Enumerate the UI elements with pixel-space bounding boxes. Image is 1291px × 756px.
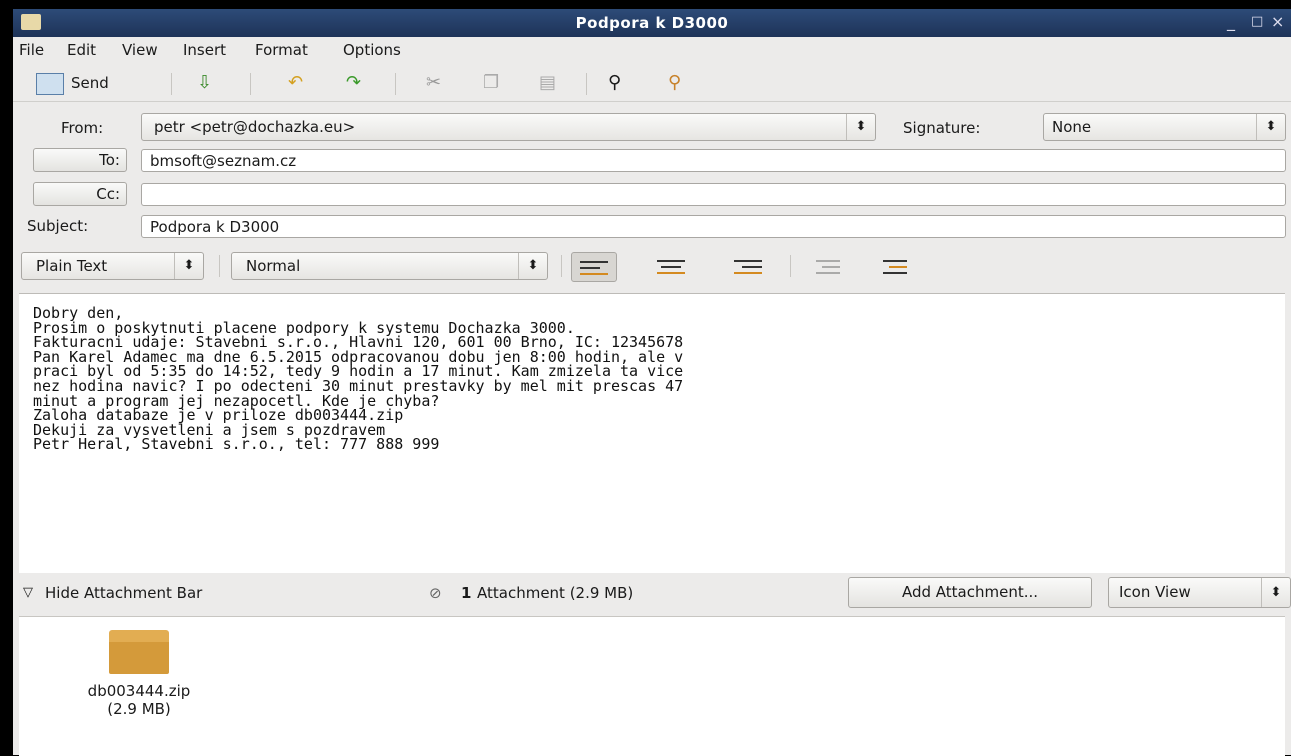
collapse-triangle-icon[interactable]: ▽: [23, 585, 33, 600]
menu-file[interactable]: File: [19, 41, 44, 59]
align-left-icon[interactable]: [571, 252, 617, 282]
signature-select[interactable]: None ⬍: [1043, 113, 1286, 141]
align-center-icon[interactable]: [649, 252, 695, 282]
undo-icon[interactable]: ↶: [288, 71, 303, 95]
redo-icon[interactable]: ↷: [346, 71, 361, 95]
cc-field[interactable]: [141, 183, 1286, 206]
from-select[interactable]: petr <petr@dochazka.eu> ⬍: [141, 113, 876, 141]
chevron-updown-icon: ⬍: [1256, 114, 1285, 140]
maximize-button[interactable]: □: [1251, 14, 1263, 29]
attachment-view-value: Icon View: [1119, 583, 1191, 601]
chevron-updown-icon: ⬍: [1261, 578, 1290, 607]
main-toolbar: Send ⇩ ↶ ↷ ✂ ❐ ▤ ⚲ ⚲: [13, 65, 1291, 102]
menu-format[interactable]: Format: [255, 41, 308, 59]
menu-insert[interactable]: Insert: [183, 41, 226, 59]
body-line: Petr Heral, Stavebni s.r.o., tel: 777 88…: [33, 435, 440, 454]
attachment-area: db003444.zip (2.9 MB): [19, 616, 1285, 756]
chevron-updown-icon: ⬍: [846, 114, 875, 140]
add-attachment-button[interactable]: Add Attachment...: [848, 577, 1092, 608]
subject-field[interactable]: Podpora k D3000: [141, 215, 1286, 238]
close-button[interactable]: ×: [1271, 12, 1284, 31]
to-field[interactable]: bmsoft@seznam.cz: [141, 149, 1286, 172]
cut-icon[interactable]: ✂: [426, 71, 441, 95]
attachment-count: 1: [461, 584, 472, 602]
signature-value: None: [1052, 118, 1092, 136]
editor-mode-select[interactable]: Plain Text ⬍: [21, 252, 204, 280]
signature-label: Signature:: [903, 119, 981, 137]
paste-icon[interactable]: ▤: [539, 71, 556, 95]
menu-edit[interactable]: Edit: [67, 41, 96, 59]
window-title: Podpora k D3000: [575, 14, 729, 32]
chevron-updown-icon: ⬍: [518, 253, 547, 279]
message-body[interactable]: Dobry den, Prosim o poskytnuti placene po…: [19, 293, 1285, 573]
save-draft-icon[interactable]: ⇩: [197, 71, 212, 95]
to-button[interactable]: To:: [33, 148, 127, 172]
outdent-icon[interactable]: [808, 252, 854, 282]
find-replace-icon[interactable]: ⚲: [668, 71, 681, 95]
find-icon[interactable]: ⚲: [608, 71, 621, 95]
minimize-button[interactable]: _: [1227, 12, 1235, 31]
archive-file-icon: [109, 630, 169, 674]
attachment-size: (2.9 MB): [107, 700, 171, 718]
align-right-icon[interactable]: [726, 252, 772, 282]
copy-icon[interactable]: ❐: [483, 71, 499, 95]
subject-label: Subject:: [27, 217, 89, 235]
composer-window: Podpora k D3000 _ □ × File Edit View Ins…: [13, 9, 1291, 756]
hide-attachment-bar-button[interactable]: Hide Attachment Bar: [45, 584, 202, 602]
editor-mode-value: Plain Text: [36, 257, 108, 275]
cc-button[interactable]: Cc:: [33, 182, 127, 206]
attachment-item[interactable]: db003444.zip (2.9 MB): [79, 622, 199, 718]
attachment-bar: ▽ Hide Attachment Bar ⊘ 1 Attachment (2.…: [13, 574, 1291, 614]
attachment-view-select[interactable]: Icon View ⬍: [1108, 577, 1291, 608]
menu-view[interactable]: View: [122, 41, 158, 59]
menu-bar: File Edit View Insert Format Options: [13, 38, 1291, 62]
from-value: petr <petr@dochazka.eu>: [154, 118, 356, 136]
from-label: From:: [61, 119, 104, 137]
paragraph-style-select[interactable]: Normal ⬍: [231, 252, 548, 280]
chevron-updown-icon: ⬍: [174, 253, 203, 279]
paperclip-icon: ⊘: [429, 584, 442, 602]
attachment-summary: Attachment (2.9 MB): [477, 584, 634, 602]
paragraph-style-value: Normal: [246, 257, 301, 275]
menu-options[interactable]: Options: [343, 41, 401, 59]
title-bar[interactable]: Podpora k D3000 _ □ ×: [13, 9, 1291, 37]
indent-icon[interactable]: [875, 252, 921, 282]
attachment-name: db003444.zip: [87, 682, 191, 700]
send-button[interactable]: Send: [71, 71, 109, 95]
send-icon[interactable]: [36, 73, 64, 95]
